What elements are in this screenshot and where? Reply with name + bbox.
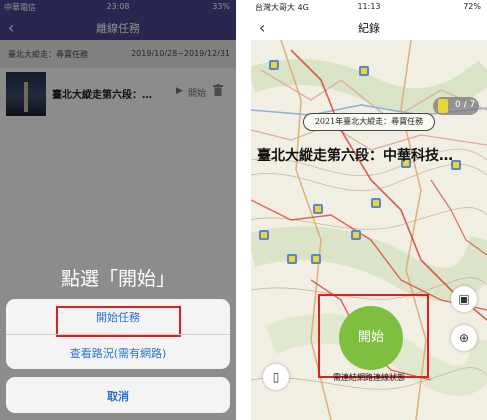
- instruction-text: 點選「開始」: [60, 268, 175, 290]
- left-phone-screen: 中華電信 23:08 33% ‹ 離線任務 臺北大縱走：尋寶任務 2019/10…: [0, 0, 236, 420]
- route-title: 臺北大縱走第六段：中華科技…: [257, 148, 453, 164]
- start-task-option[interactable]: 開始任務: [6, 299, 230, 337]
- treasure-icon: [438, 99, 448, 113]
- nav-bar: ‹ 紀錄: [251, 14, 487, 40]
- highlight-box: [56, 306, 181, 337]
- treasure-counter: 0 / 7: [433, 97, 479, 115]
- view-route-option[interactable]: 查看路況(需有網路): [6, 335, 230, 369]
- network-warning: 需連結網路連線狀態: [333, 373, 405, 382]
- event-badge: 2021年臺北大縱走：尋寶任務: [303, 113, 435, 131]
- locate-icon[interactable]: ⊕: [451, 325, 477, 351]
- view-route-label: 查看路況(需有網路): [69, 347, 167, 360]
- cancel-button[interactable]: 取消: [6, 377, 230, 413]
- cancel-label: 取消: [107, 390, 129, 403]
- status-bar: 台灣大哥大 4G 11:13 72%: [251, 0, 487, 14]
- action-sheet: 開始任務 查看路況(需有網路): [6, 299, 230, 369]
- camera-icon[interactable]: ▣: [451, 286, 477, 312]
- counter-value: 0 / 7: [455, 100, 476, 110]
- highlight-box: [318, 294, 429, 378]
- map-layers-icon[interactable]: ▯: [263, 364, 289, 390]
- battery-level: 72%: [463, 2, 481, 11]
- clock: 11:13: [357, 2, 381, 11]
- page-title: 紀錄: [358, 22, 380, 35]
- right-phone-screen: 台灣大哥大 4G 11:13 72% ‹ 紀錄 0 / 7 2021年臺北大縱走…: [251, 0, 487, 420]
